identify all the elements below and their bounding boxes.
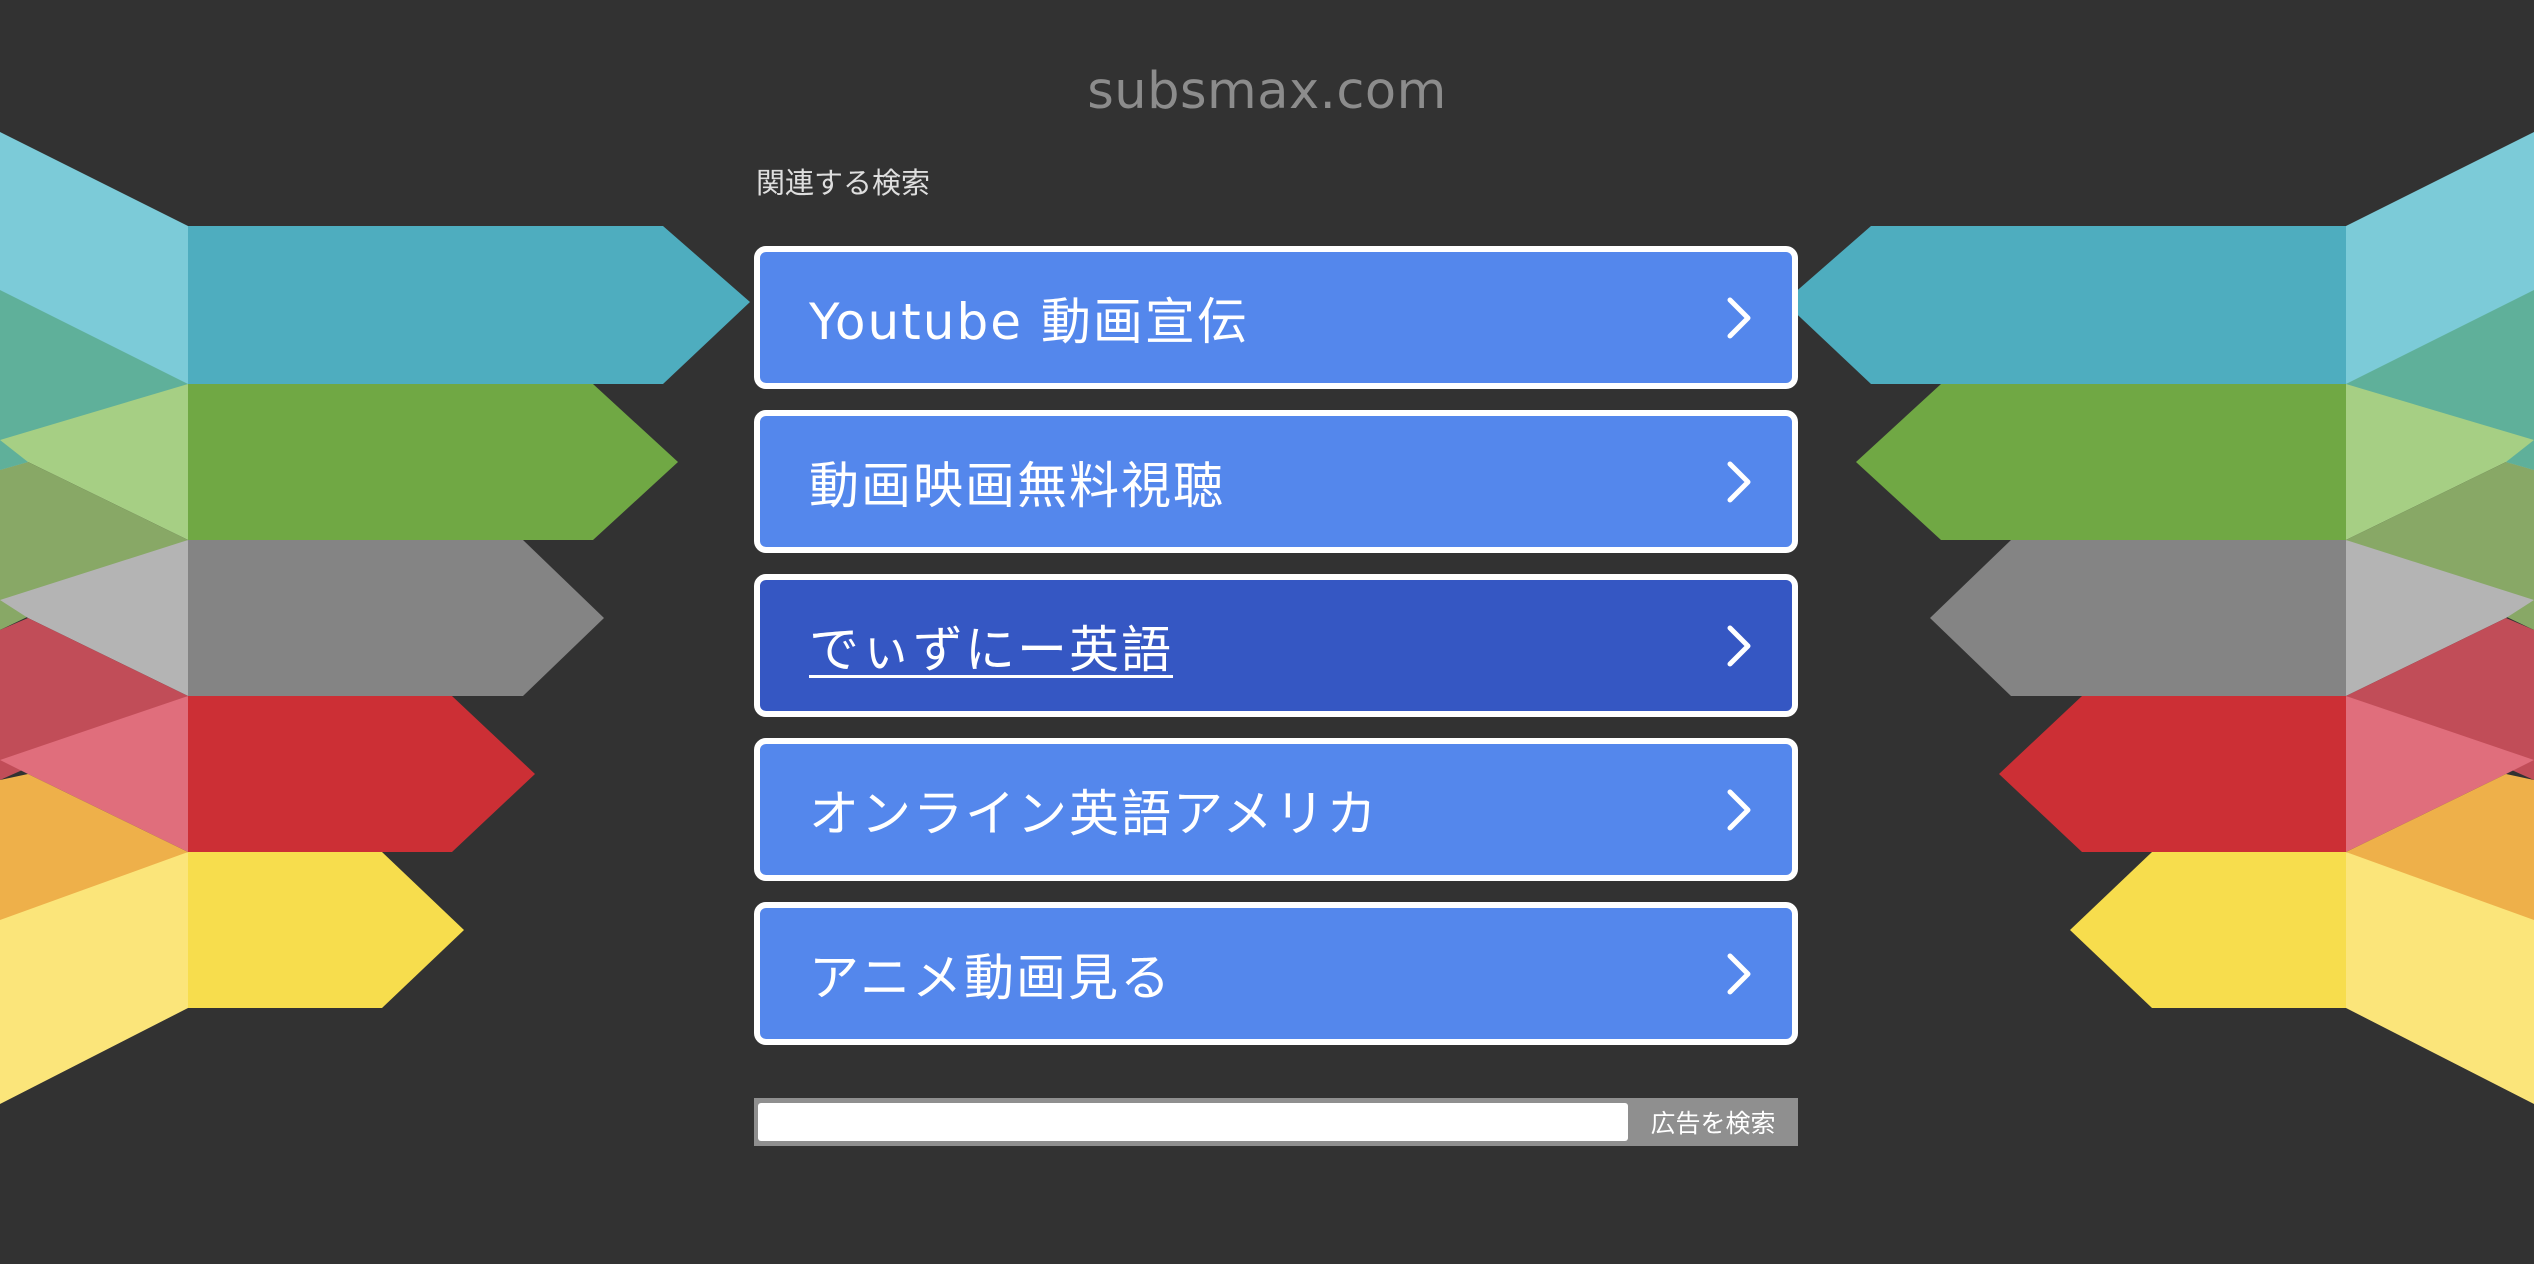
link-label: Youtube 動画宣伝 xyxy=(809,292,1249,351)
chevron-right-icon xyxy=(1727,789,1751,830)
ad-search-bar: 広告を検索 xyxy=(754,1098,1798,1146)
link-label: でぃずにー英語 xyxy=(809,620,1173,679)
link-label: 動画映画無料視聴 xyxy=(809,456,1225,515)
search-ads-button[interactable]: 広告を検索 xyxy=(1628,1104,1798,1140)
related-link-youtube-promotion[interactable]: Youtube 動画宣伝 xyxy=(754,246,1798,389)
related-links-list: Youtube 動画宣伝 動画映画無料視聴 でぃずにー英語 オンライン英語アメリ… xyxy=(754,246,1798,1066)
chevron-right-icon xyxy=(1727,953,1751,994)
related-link-free-movies[interactable]: 動画映画無料視聴 xyxy=(754,410,1798,553)
related-searches-heading: 関連する検索 xyxy=(756,166,931,200)
chevron-right-icon xyxy=(1727,625,1751,666)
related-link-anime-videos[interactable]: アニメ動画見る xyxy=(754,902,1798,1045)
chevron-right-icon xyxy=(1727,297,1751,338)
left-ribbon-decoration xyxy=(0,132,750,1104)
right-ribbon-decoration xyxy=(1784,132,2534,1104)
search-input[interactable] xyxy=(758,1103,1628,1141)
chevron-right-icon xyxy=(1727,461,1751,502)
parked-domain-page: subsmax.com 関連する検索 Youtube 動画宣伝 動画映画無料視聴… xyxy=(0,0,2534,1264)
link-label: アニメ動画見る xyxy=(809,948,1172,1007)
related-link-online-english[interactable]: オンライン英語アメリカ xyxy=(754,738,1798,881)
link-label: オンライン英語アメリカ xyxy=(809,784,1379,843)
related-link-disney-english[interactable]: でぃずにー英語 xyxy=(754,574,1798,717)
site-domain-title: subsmax.com xyxy=(1087,62,1447,121)
